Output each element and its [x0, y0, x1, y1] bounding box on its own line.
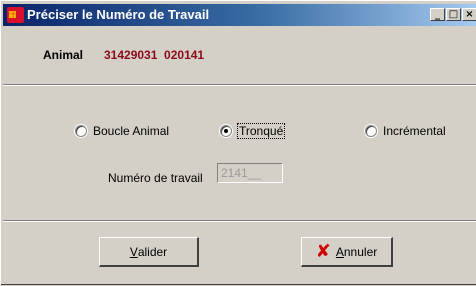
radio-button[interactable] [75, 125, 87, 137]
numero-travail-input[interactable]: 2141__ [217, 163, 283, 183]
annuler-label: nnuler [343, 244, 378, 259]
minimize-button[interactable]: _ [430, 8, 445, 21]
radio-button[interactable] [220, 125, 232, 137]
animal-id-value: 31429031 020141 [104, 48, 205, 62]
divider-top [3, 84, 476, 86]
valider-button[interactable]: Valider [99, 237, 199, 267]
radio-incremental[interactable]: Incrémental [365, 124, 446, 138]
radio-label: Tronqué [236, 123, 286, 139]
radio-button[interactable] [365, 125, 377, 137]
options-panel: Boucle Animal Tronqué Incrémental Numéro… [3, 87, 476, 217]
window-title: Préciser le Numéro de Travail [27, 7, 210, 22]
animal-header: Animal 31429031 020141 [3, 28, 476, 78]
radio-tronque[interactable]: Tronqué [220, 123, 286, 139]
valider-mnemonic: V [129, 244, 138, 259]
annuler-button[interactable]: ✘ Annuler [301, 237, 393, 267]
title-bar[interactable]: ▦ Préciser le Numéro de Travail _ □ × [3, 4, 476, 26]
numero-travail-label: Numéro de travail [108, 171, 203, 185]
maximize-button[interactable]: □ [446, 8, 461, 21]
button-bar: Valider ✘ Annuler [3, 224, 476, 286]
annuler-mnemonic: A [335, 244, 344, 259]
animal-label: Animal [43, 48, 84, 62]
divider-bottom [3, 220, 476, 222]
radio-label: Incrémental [383, 124, 446, 138]
cancel-x-icon: ✘ [315, 240, 331, 262]
valider-label: alider [137, 244, 168, 259]
app-icon[interactable]: ▦ [7, 7, 24, 23]
radio-label: Boucle Animal [93, 124, 170, 138]
radio-boucle-animal[interactable]: Boucle Animal [75, 124, 169, 138]
dialog-window: ▦ Préciser le Numéro de Travail _ □ × An… [0, 0, 476, 286]
close-button[interactable]: × [462, 8, 476, 21]
